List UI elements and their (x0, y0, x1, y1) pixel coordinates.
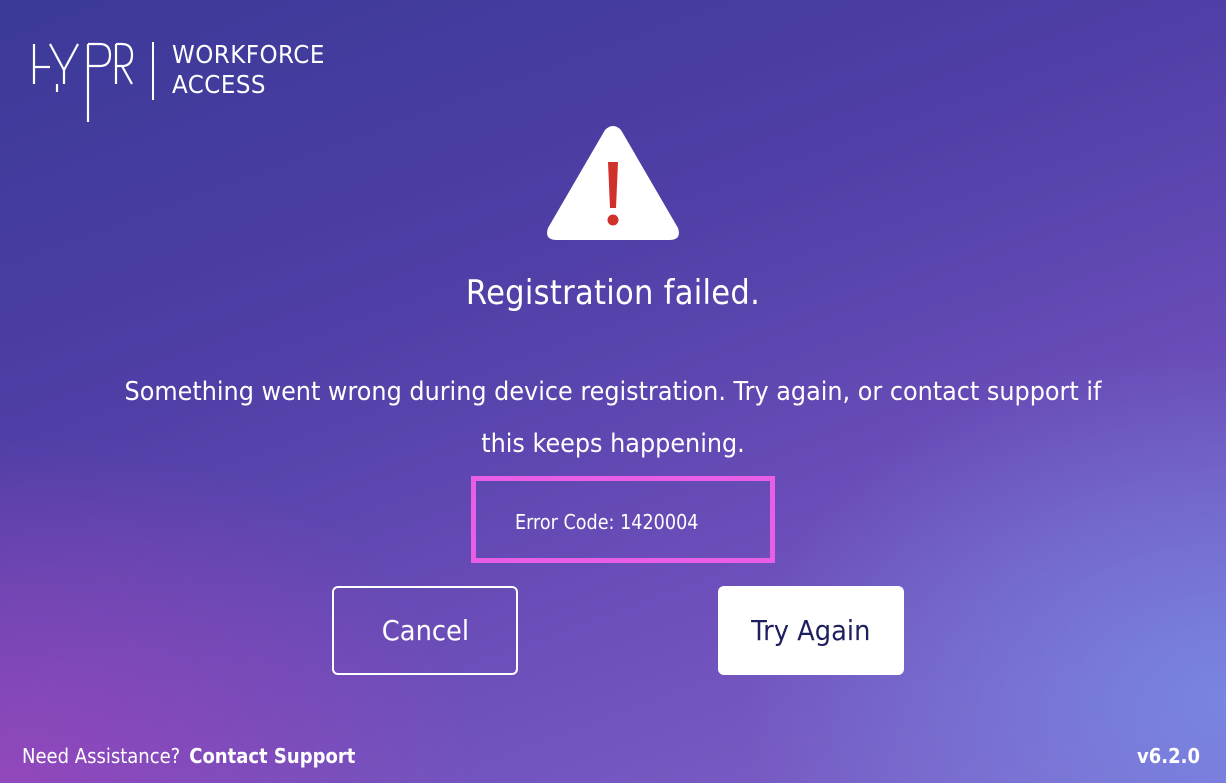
logo-divider (152, 42, 154, 100)
try-again-button[interactable]: Try Again (718, 586, 904, 675)
hypr-logo-icon (32, 42, 134, 122)
footer-assistance: Need Assistance? Contact Support (22, 742, 355, 770)
product-name-line1: WORKFORCE (172, 40, 325, 69)
product-name: WORKFORCE ACCESS (172, 40, 325, 100)
brand-logo: WORKFORCE ACCESS (30, 40, 338, 126)
contact-support-link[interactable]: Contact Support (189, 744, 355, 768)
error-message: Something went wrong during device regis… (124, 377, 1102, 459)
assistance-text: Need Assistance? (22, 744, 181, 768)
registration-error-screen: WORKFORCE ACCESS Registration failed. So… (0, 0, 1226, 783)
warning-triangle-icon (547, 126, 679, 240)
try-again-button-label: Try Again (751, 614, 871, 647)
product-name-line2: ACCESS (172, 70, 266, 99)
error-code: Error Code: 1420004 (515, 510, 699, 534)
version-label: v6.2.0 (1137, 744, 1200, 768)
cancel-button-label: Cancel (381, 614, 469, 647)
cancel-button[interactable]: Cancel (332, 586, 518, 675)
error-title: Registration failed. (465, 273, 761, 313)
